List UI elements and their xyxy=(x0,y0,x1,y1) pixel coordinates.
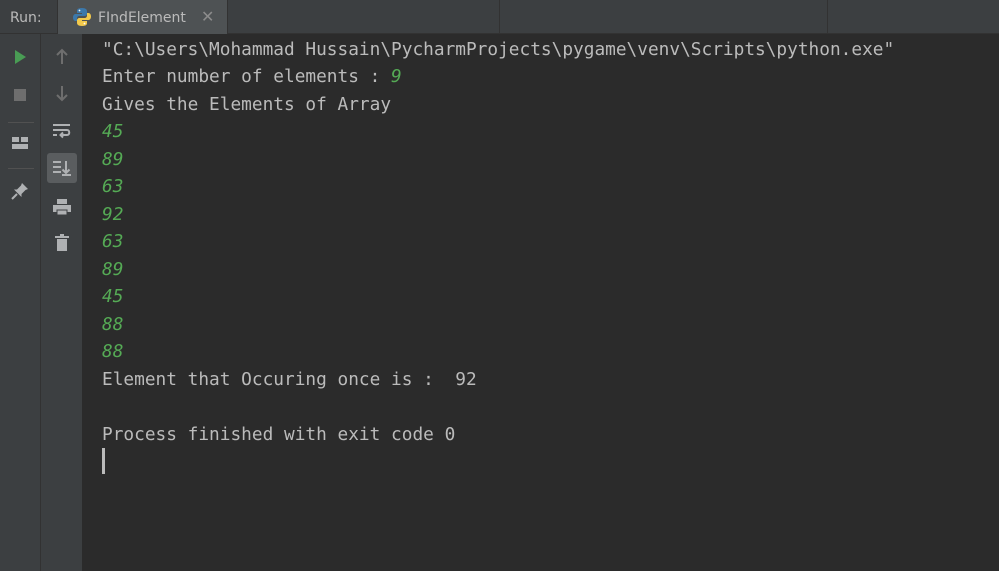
user-input: 45 xyxy=(102,121,124,142)
command-line: "C:\Users\Mohammad Hussain\PycharmProjec… xyxy=(102,39,895,60)
python-icon xyxy=(73,8,91,26)
up-arrow-icon xyxy=(56,48,68,64)
soft-wrap-icon xyxy=(53,124,71,139)
run-toolbar-primary xyxy=(0,34,41,571)
exit-message: Process finished with exit code 0 xyxy=(102,424,456,445)
pin-button[interactable] xyxy=(5,176,35,206)
clear-all-button[interactable] xyxy=(47,228,77,258)
scroll-to-end-button[interactable] xyxy=(47,153,77,183)
layout-button[interactable] xyxy=(5,128,35,158)
prompt-line: Enter number of elements : 9 xyxy=(102,67,402,87)
print-icon xyxy=(53,199,71,216)
user-input: 89 xyxy=(102,149,124,170)
print-button[interactable] xyxy=(47,192,77,222)
user-input: 88 xyxy=(102,314,124,335)
layout-icon xyxy=(12,137,28,149)
toolbar-divider xyxy=(8,122,34,123)
stop-button[interactable] xyxy=(5,80,35,110)
close-icon[interactable]: ✕ xyxy=(201,7,214,26)
user-input: 89 xyxy=(102,259,124,280)
run-label: Run: xyxy=(10,10,42,26)
user-input: 45 xyxy=(102,286,124,307)
user-input: 63 xyxy=(102,231,124,252)
next-occurrence-button[interactable] xyxy=(47,78,77,108)
soft-wrap-button[interactable] xyxy=(47,116,77,146)
scroll-to-end-icon xyxy=(53,161,71,176)
tab-divider xyxy=(827,0,828,34)
down-arrow-icon xyxy=(56,86,68,102)
prompt-elements-line: Gives the Elements of Array xyxy=(102,94,392,115)
text-caret xyxy=(102,448,105,474)
previous-occurrence-button[interactable] xyxy=(47,42,77,72)
user-input: 9 xyxy=(391,66,402,87)
console-output[interactable]: "C:\Users\Mohammad Hussain\PycharmProjec… xyxy=(83,34,999,571)
rerun-icon xyxy=(15,50,26,64)
user-input: 88 xyxy=(102,341,124,362)
run-toolbar-secondary xyxy=(41,34,83,571)
rerun-button[interactable] xyxy=(5,42,35,72)
prompt-text: Enter number of elements : xyxy=(102,66,392,87)
tab-findelement[interactable]: FIndElement ✕ xyxy=(57,0,228,34)
toolbar-divider xyxy=(8,168,34,169)
user-input: 63 xyxy=(102,176,124,197)
run-tab-bar: Run: FIndElement ✕ xyxy=(0,0,999,34)
user-input: 92 xyxy=(102,204,124,225)
result-line: Element that Occuring once is : 92 xyxy=(102,369,477,390)
pin-icon xyxy=(11,183,28,200)
tab-title: FIndElement xyxy=(98,10,186,26)
stop-icon xyxy=(14,89,26,101)
trash-icon xyxy=(55,234,69,251)
tab-divider xyxy=(499,0,500,34)
